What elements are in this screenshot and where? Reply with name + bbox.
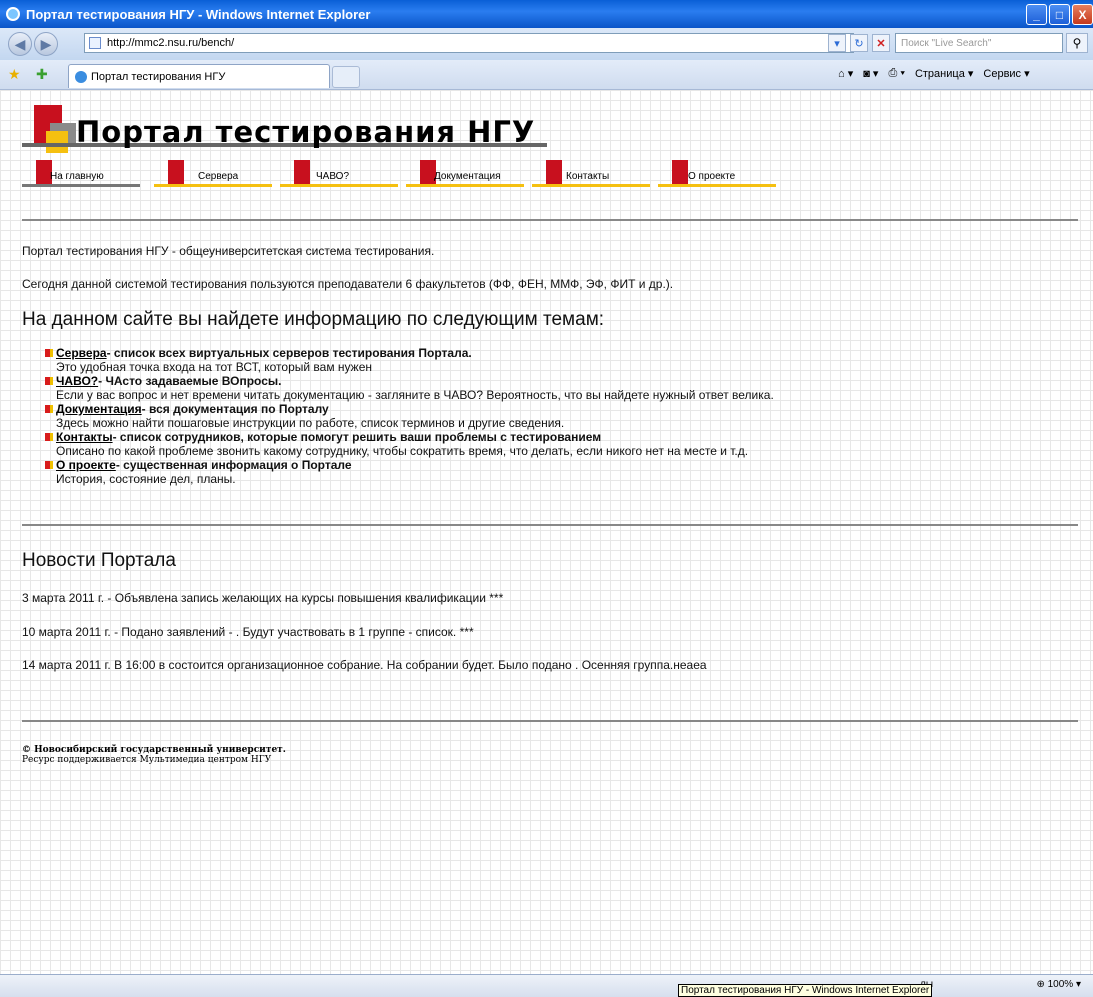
list-item: О проекте - существенная информация о По… — [45, 458, 774, 472]
page-content: Портал тестирования НГУ На главную Серве… — [0, 90, 1093, 974]
tools-menu[interactable]: Сервис ▾ — [983, 67, 1029, 81]
list-item: Контакты - список сотрудников, которые п… — [45, 430, 774, 444]
site-title: Портал тестирования НГУ — [76, 115, 536, 149]
topic-desc: Здесь можно найти пошаговые инструкции п… — [56, 416, 565, 430]
topic-link-docs[interactable]: Документация — [56, 402, 142, 416]
menu-item-servers[interactable]: Сервера — [154, 160, 272, 187]
bullet-icon — [45, 433, 53, 441]
forward-button[interactable]: ▶ — [34, 32, 58, 56]
menu-item-faq[interactable]: ЧАВО? — [280, 160, 398, 187]
topic-desc: Описано по какой проблеме звонить какому… — [56, 444, 749, 458]
back-button[interactable]: ◀ — [8, 32, 32, 56]
window-title: Портал тестирования НГУ - Windows Intern… — [26, 6, 371, 22]
list-item: ЧАВО? - ЧАсто задаваемые ВОпросы. — [45, 374, 774, 388]
page-icon — [89, 37, 101, 49]
command-bar: ⌂ ▾ ◙ ▾ ⎙ ▾ Страница ▾ Сервис ▾ — [838, 67, 1030, 80]
add-favorites-icon[interactable]: ✚ — [36, 66, 48, 83]
address-toolbar: ◀ ▶ http://mmc2.nsu.ru/bench/ ▾ ↻ ✕ Поис… — [0, 28, 1093, 60]
topic-link-about[interactable]: О проекте — [56, 458, 116, 472]
menu-item-contacts[interactable]: Контакты — [532, 160, 650, 187]
menu-item-about[interactable]: О проекте — [658, 160, 776, 187]
topic-desc: Это удобная точка входа на тот ВСТ, кото… — [56, 360, 373, 374]
topic-link-faq[interactable]: ЧАВО? — [56, 374, 98, 388]
ie-icon — [6, 7, 20, 21]
divider — [22, 720, 1078, 722]
footer-copyright: © Новосибирский государственный универси… — [22, 745, 286, 755]
topics-heading: На данном сайте вы найдете информацию по… — [22, 309, 605, 330]
topic-desc: Если у вас вопрос и нет времени читать д… — [56, 388, 774, 402]
list-item: Сервера - список всех виртуальных сервер… — [45, 346, 774, 360]
bullet-icon — [45, 405, 53, 413]
zoom-control[interactable]: ⊕ 100% ▾ — [1036, 979, 1081, 990]
title-bar: Портал тестирования НГУ - Windows Intern… — [0, 0, 1093, 28]
site-menu: На главную Сервера ЧАВО? Документация Ко… — [22, 160, 782, 190]
address-field[interactable]: http://mmc2.nsu.ru/bench/ — [84, 33, 854, 53]
minimize-button[interactable]: _ — [1026, 4, 1047, 25]
topics-list: Сервера - список всех виртуальных сервер… — [45, 346, 774, 486]
search-icon[interactable]: ⚲ — [1066, 33, 1088, 53]
news-heading: Новости Портала — [22, 550, 176, 571]
menu-item-home[interactable]: На главную — [22, 160, 140, 187]
home-icon[interactable]: ⌂ ▾ — [838, 67, 853, 80]
dropdown-icon[interactable]: ▾ — [828, 34, 846, 52]
bullet-icon — [45, 461, 53, 469]
close-button[interactable]: X — [1072, 4, 1093, 25]
intro-line-2: Сегодня данной системой тестирования пол… — [22, 277, 674, 291]
zoom-icon: ⊕ — [1036, 979, 1045, 990]
maximize-button[interactable]: □ — [1049, 4, 1070, 25]
news-item: 10 марта 2011 г. - Подано заявлений - . … — [22, 625, 474, 639]
list-item: Документация - вся документация по Порта… — [45, 402, 774, 416]
stop-icon[interactable]: ✕ — [872, 34, 890, 52]
tab-bar: ★ ✚ Портал тестирования НГУ ⌂ ▾ ◙ ▾ ⎙ ▾ … — [0, 60, 1093, 90]
feeds-icon[interactable]: ◙ ▾ — [863, 67, 878, 80]
menu-item-docs[interactable]: Документация — [406, 160, 524, 187]
ie-tab-icon — [75, 70, 87, 83]
search-input[interactable]: Поиск "Live Search" — [895, 33, 1063, 53]
browser-window: Портал тестирования НГУ - Windows Intern… — [0, 0, 1093, 997]
footer-credit: Ресурс поддерживается Мультимедиа центро… — [22, 755, 272, 765]
tab-label: Портал тестирования НГУ — [91, 70, 226, 83]
address-url: http://mmc2.nsu.ru/bench/ — [107, 37, 235, 49]
site-footer: © Новосибирский государственный универси… — [22, 745, 286, 765]
intro-line-1: Портал тестирования НГУ - общеуниверсите… — [22, 244, 435, 258]
new-tab-button[interactable] — [332, 66, 360, 88]
topic-link-contacts[interactable]: Контакты — [56, 430, 113, 444]
page-menu[interactable]: Страница ▾ — [915, 67, 973, 81]
news-item: 14 марта 2011 г. В 16:00 в состоится орг… — [22, 658, 707, 672]
divider — [22, 524, 1078, 526]
tooltip: Портал тестирования НГУ - Windows Intern… — [678, 984, 933, 997]
site-header: Портал тестирования НГУ — [22, 105, 552, 153]
print-icon[interactable]: ⎙ ▾ — [888, 67, 904, 80]
topic-link-servers[interactable]: Сервера — [56, 346, 107, 360]
news-item: 3 марта 2011 г. - Объявлена запись желаю… — [22, 591, 504, 605]
divider — [22, 219, 1078, 221]
topic-desc: История, состояние дел, планы. — [56, 472, 236, 486]
bullet-icon — [45, 349, 53, 357]
refresh-icon[interactable]: ↻ — [850, 34, 868, 52]
bullet-icon — [45, 377, 53, 385]
browser-tab[interactable]: Портал тестирования НГУ — [68, 64, 330, 88]
favorites-star-icon[interactable]: ★ — [8, 66, 21, 83]
